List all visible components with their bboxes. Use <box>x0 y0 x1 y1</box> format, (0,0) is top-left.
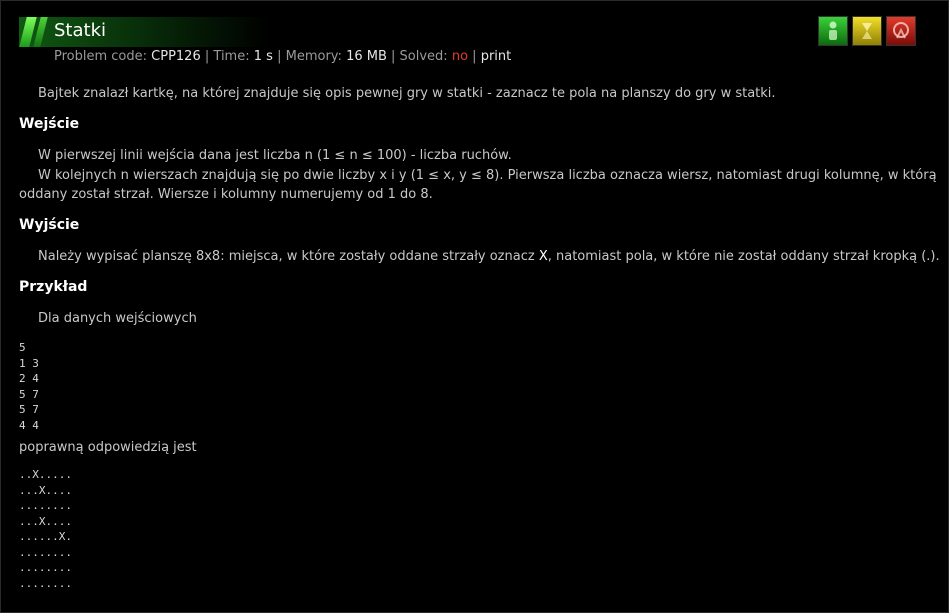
solved-status: no <box>451 49 469 64</box>
intro-text: Bajtek znalazł kartkę, na której znajduj… <box>38 86 776 101</box>
time-label: Time: <box>213 49 250 64</box>
example-output-code: ..X..... ...X.... ........ ...X.... ....… <box>19 468 72 590</box>
print-link[interactable]: print <box>481 49 512 64</box>
answer-intro: poprawną odpowiedzią jest <box>19 440 197 455</box>
yellow-status-icon[interactable] <box>852 16 882 46</box>
problem-code: CPP126 <box>151 49 201 64</box>
output-paragraph: Należy wypisać planszę 8x8: miejsca, w k… <box>38 249 940 264</box>
green-status-icon[interactable] <box>818 16 848 46</box>
status-icons <box>818 16 916 46</box>
time-limit: 1 s <box>253 49 273 64</box>
input-paragraph-2-line-1: W kolejnych n wierszach znajdują się po … <box>38 168 937 183</box>
example-intro: Dla danych wejściowych <box>38 311 197 326</box>
input-paragraph-1: W pierwszej linii wejścia dana jest licz… <box>38 148 512 163</box>
problem-meta: Problem code: CPP126 | Time: 1 s | Memor… <box>54 49 512 64</box>
solved-label: Solved: <box>399 49 448 64</box>
input-paragraph-2-line-2: oddany został strzał. Wiersze i kolumny … <box>19 187 433 202</box>
input-heading: Wejście <box>19 116 80 132</box>
output-heading: Wyjście <box>19 217 80 233</box>
problem-page: Statki Problem code: CPP126 | Time: 1 s … <box>0 0 949 613</box>
page-title: Statki <box>54 20 106 41</box>
x-marker: X <box>538 249 548 264</box>
memory-label: Memory: <box>285 49 342 64</box>
memory-limit: 16 MB <box>346 49 387 64</box>
problem-code-label: Problem code: <box>54 49 148 64</box>
example-input-code: 5 1 3 2 4 5 7 5 7 4 4 <box>19 341 39 432</box>
example-heading: Przykład <box>19 279 88 295</box>
red-status-icon[interactable] <box>886 16 916 46</box>
